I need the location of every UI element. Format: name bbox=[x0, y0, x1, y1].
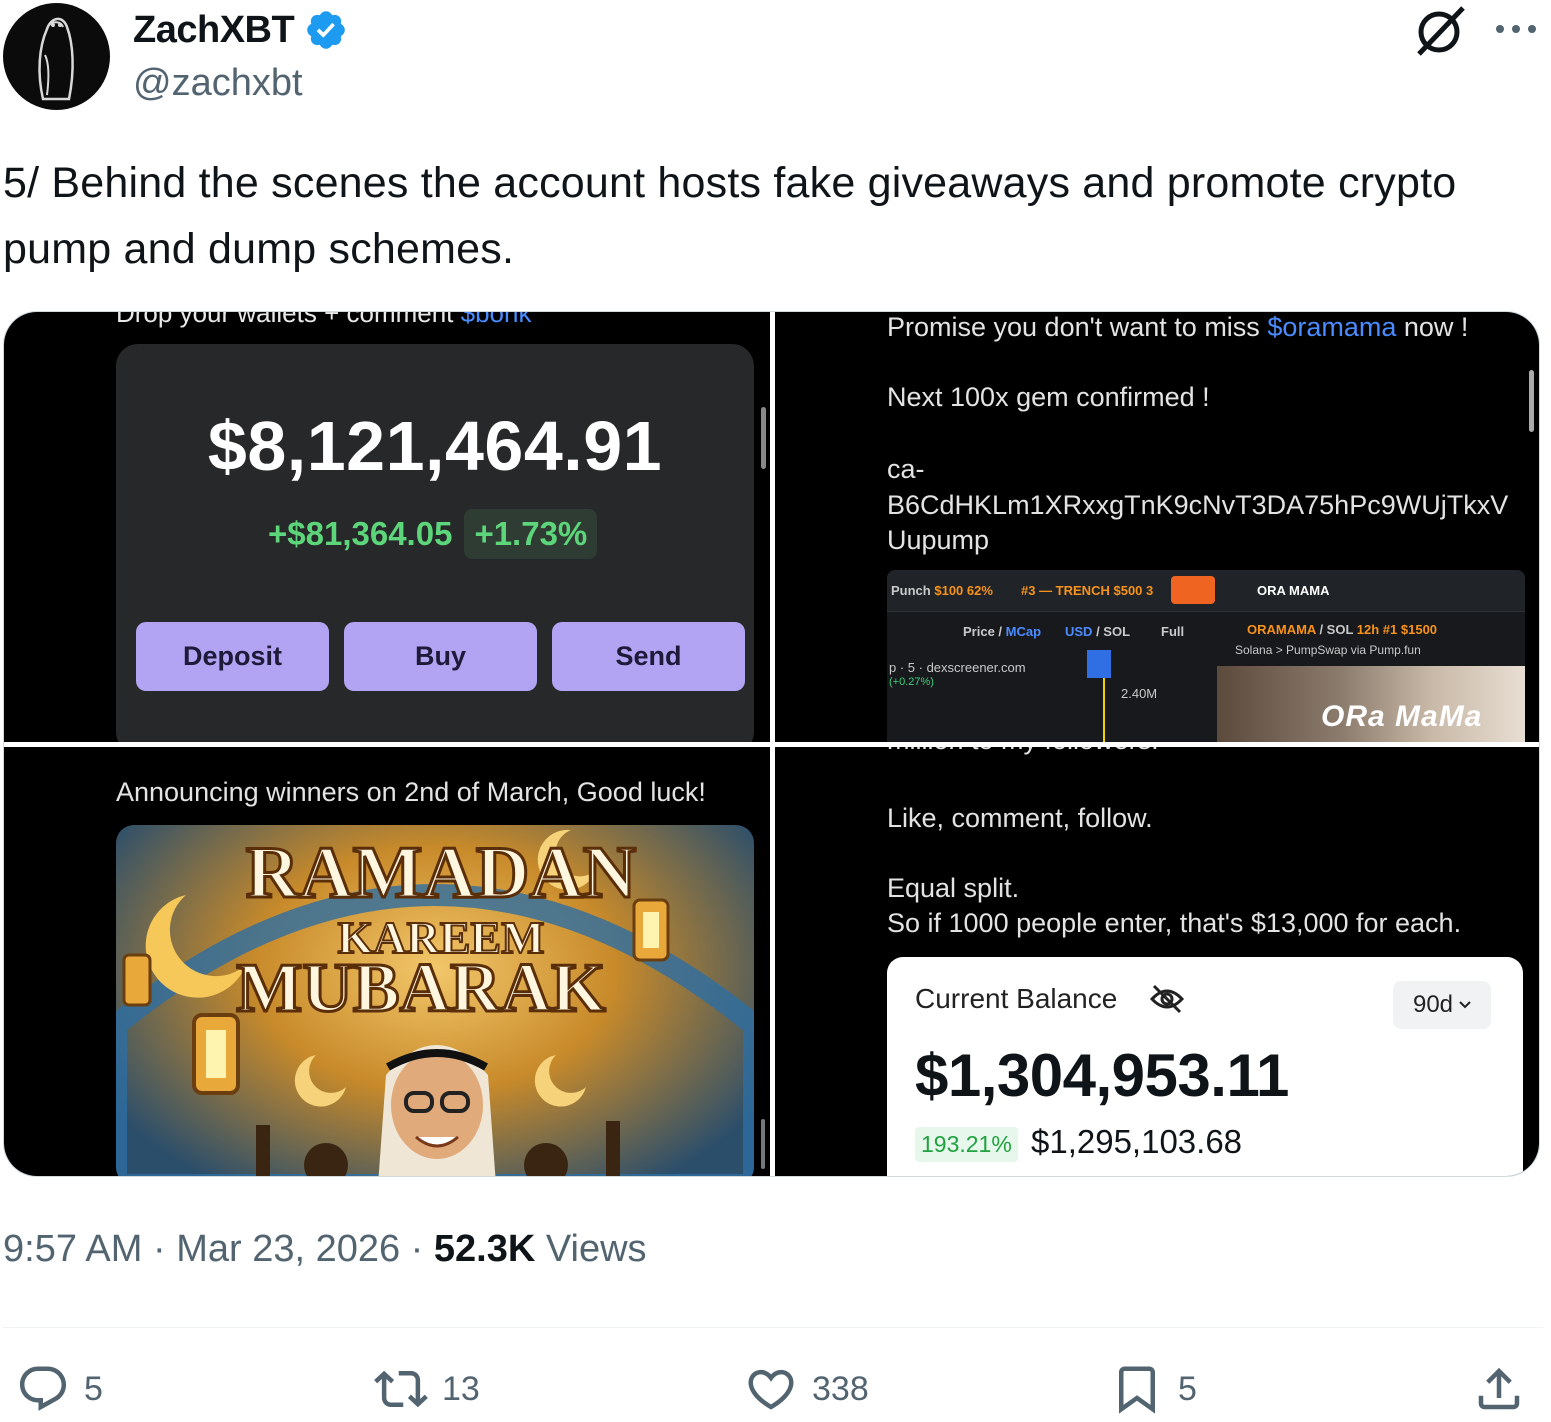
scrollbar bbox=[761, 1119, 765, 1169]
tweet-meta: 9:57 AM · Mar 23, 2026 · 52.3K Views bbox=[3, 1228, 647, 1271]
balance-amount: $1,304,953.11 bbox=[915, 1042, 1289, 1109]
deposit-button: Deposit bbox=[136, 622, 329, 691]
tweet-date[interactable]: Mar 23, 2026 bbox=[176, 1228, 400, 1270]
balance-cut-caption: million to my followers. bbox=[887, 747, 1159, 756]
wallet-change: +$81,364.05 +1.73% bbox=[268, 509, 598, 559]
media-grid[interactable]: Drop your wallets + comment $bonk $8,121… bbox=[3, 311, 1540, 1177]
ramadan-image: RAMADAN KAREEM MUBARAK bbox=[116, 825, 754, 1176]
media-giveaway-screenshot[interactable]: Announcing winners on 2nd of March, Good… bbox=[4, 747, 770, 1176]
scrollbar bbox=[1529, 370, 1534, 432]
meta-separator: · bbox=[142, 1228, 177, 1270]
repost-icon bbox=[374, 1370, 428, 1408]
dex-chart-candle bbox=[1087, 650, 1111, 678]
promo-line-2: Next 100x gem confirmed ! bbox=[887, 382, 1210, 412]
handle[interactable]: @zachxbt bbox=[133, 62, 303, 105]
banner-logo-text: ORa MaMa bbox=[1321, 700, 1483, 733]
media-wallet-screenshot[interactable]: Drop your wallets + comment $bonk $8,121… bbox=[4, 312, 770, 742]
share-button[interactable] bbox=[1472, 1362, 1526, 1416]
reply-button[interactable]: 5 bbox=[16, 1362, 103, 1416]
lantern-icon bbox=[632, 898, 670, 962]
dex-usd-sol: USD / SOL bbox=[1065, 624, 1131, 639]
verified-badge-icon[interactable] bbox=[304, 8, 348, 52]
bookmark-icon bbox=[1119, 1366, 1155, 1414]
dex-pair-name: ORA MAMA bbox=[1257, 583, 1330, 598]
wallet-change-amount: +$81,364.05 bbox=[268, 515, 453, 552]
dex-tab-2: #3 — TRENCH $500 3 bbox=[1021, 583, 1154, 598]
dex-orange-button bbox=[1171, 576, 1215, 604]
promo-contract: B6CdHKLm1XRxxgTnK9cNvT3DA75hPc9WUjTkxV bbox=[887, 490, 1509, 520]
lantern-icon bbox=[122, 953, 152, 1007]
promo-line-5: Uupump bbox=[887, 525, 990, 555]
giveaway-caption: Announcing winners on 2nd of March, Good… bbox=[116, 777, 706, 807]
balance-card: Current Balance 90d $1,304,953.11 193.21… bbox=[887, 957, 1523, 1176]
avatar[interactable] bbox=[3, 3, 110, 110]
promo-line-1: Promise you don't want to miss $oramama … bbox=[887, 312, 1469, 342]
ramadan-title-3: MUBARAK bbox=[236, 950, 605, 1027]
ramadan-illustration: RAMADAN KAREEM MUBARAK bbox=[116, 829, 754, 1176]
bookmark-count: 5 bbox=[1178, 1369, 1197, 1408]
repost-button[interactable]: 13 bbox=[374, 1362, 480, 1416]
dex-price-mcap: Price / MCap bbox=[963, 624, 1042, 639]
dexscreener-panel: Punch $100 62% #3 — TRENCH $500 3 ORA MA… bbox=[887, 570, 1525, 742]
reply-count: 5 bbox=[84, 1369, 103, 1408]
wallet-cut-caption: Drop your wallets + comment $bonk bbox=[116, 312, 532, 328]
crescent-icon bbox=[294, 1055, 346, 1107]
wallet-total: $8,121,464.91 bbox=[207, 407, 663, 485]
grok-icon[interactable] bbox=[1413, 4, 1471, 56]
wallet-change-percent: +1.73% bbox=[464, 509, 598, 559]
share-icon bbox=[1478, 1367, 1520, 1410]
range-selector: 90d bbox=[1393, 981, 1491, 1029]
balance-percent: 193.21% bbox=[915, 1127, 1018, 1162]
scrollbar bbox=[761, 407, 766, 469]
person-illustration bbox=[378, 1045, 496, 1176]
bookmark-button[interactable]: 5 bbox=[1110, 1362, 1197, 1416]
dex-tab-1: Punch $100 62% bbox=[891, 583, 993, 598]
balance-line-3: So if 1000 people enter, that's $13,000 … bbox=[887, 908, 1462, 938]
wallet-card: $8,121,464.91 +$81,364.05 +1.73% Deposit… bbox=[116, 344, 754, 742]
send-button: Send bbox=[552, 622, 745, 691]
ramadan-title-1: RAMADAN bbox=[246, 832, 637, 914]
dex-full: Full bbox=[1161, 624, 1185, 639]
author-row: ZachXBT bbox=[133, 8, 348, 52]
like-button[interactable]: 338 bbox=[744, 1362, 869, 1416]
dex-axis-value: 2.40M bbox=[1121, 686, 1158, 701]
eye-off-icon bbox=[1149, 984, 1185, 1014]
media-promo-screenshot[interactable]: Promise you don't want to miss $oramama … bbox=[775, 312, 1539, 742]
dex-token: ORAMAMA / SOL 12h #1 $1500 bbox=[1247, 622, 1438, 637]
lantern-icon bbox=[192, 1013, 240, 1095]
dex-chain: Solana > PumpSwap via Pump.fun bbox=[1235, 643, 1421, 657]
more-icon[interactable] bbox=[1494, 14, 1538, 44]
reply-icon bbox=[19, 1366, 67, 1411]
dex-source-pct: (+0.27%) bbox=[889, 676, 934, 688]
balance-line-1: Like, comment, follow. bbox=[887, 803, 1153, 833]
tweet-text: 5/ Behind the scenes the account hosts f… bbox=[3, 159, 1457, 273]
display-name[interactable]: ZachXBT bbox=[133, 9, 295, 52]
buy-button: Buy bbox=[344, 622, 537, 691]
oramama-banner: ORa MaMa bbox=[1217, 666, 1525, 742]
range-value: 90d bbox=[1412, 991, 1454, 1018]
views-count: 52.3K bbox=[433, 1228, 536, 1270]
divider bbox=[3, 1327, 1543, 1328]
balance-line-2: Equal split. bbox=[887, 873, 1020, 903]
balance-gain: $1,295,103.68 bbox=[1031, 1123, 1243, 1160]
like-icon bbox=[748, 1369, 794, 1410]
meta-separator: · bbox=[400, 1228, 434, 1270]
tweet-time[interactable]: 9:57 AM bbox=[3, 1228, 142, 1270]
promo-line-3: ca- bbox=[887, 454, 925, 484]
balance-label: Current Balance bbox=[915, 983, 1118, 1014]
like-count: 338 bbox=[812, 1369, 869, 1408]
dex-source: p · 5 · dexscreener.com bbox=[889, 660, 1026, 675]
chevron-down-icon bbox=[1459, 1001, 1471, 1009]
crescent-icon bbox=[534, 1055, 586, 1107]
media-balance-screenshot[interactable]: million to my followers. Like, comment, … bbox=[775, 747, 1539, 1176]
views-label: Views bbox=[535, 1228, 647, 1270]
repost-count: 13 bbox=[442, 1369, 480, 1408]
dex-chart-line bbox=[1103, 678, 1105, 742]
